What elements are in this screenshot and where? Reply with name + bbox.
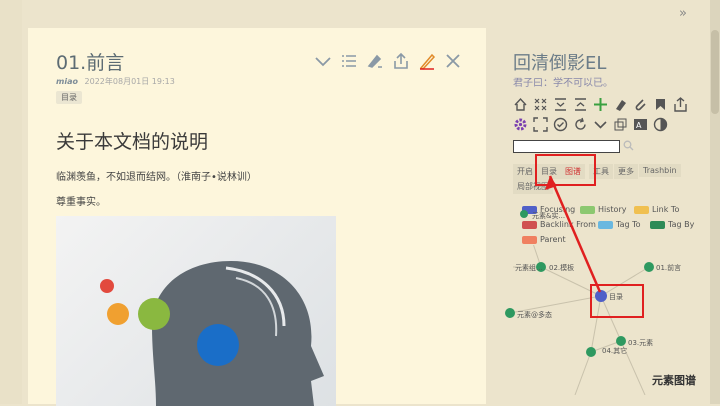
note-paragraph: 临渊羡鱼，不如退而结网。（淮南子•说林训） [56, 172, 257, 183]
legend-item: Link To [634, 205, 679, 214]
graph-watermark: 元素图谱 [652, 374, 696, 387]
collapse-sidebar-icon[interactable]: » [679, 6, 687, 21]
legend-label: Tag By [668, 220, 695, 229]
tab-trashbin[interactable]: Trashbin [639, 164, 681, 177]
graph-node-label: 04.其它 [602, 346, 627, 355]
note-heading: 关于本文档的说明 [56, 131, 209, 153]
outline-list-icon[interactable] [340, 52, 358, 70]
legend-label: Tag To [616, 220, 641, 229]
graph-node-label: 01.前言 [656, 263, 681, 272]
note-paragraph: 尊重事实。 [56, 197, 106, 208]
note-date: 2022年08月01日 19:13 [84, 77, 175, 86]
note-title: 01.前言 [56, 52, 125, 74]
graph-node[interactable] [505, 308, 515, 318]
sidebar-search-input[interactable] [513, 140, 620, 153]
home-icon[interactable] [513, 97, 528, 112]
graph-node[interactable] [644, 262, 654, 272]
tab-open[interactable]: 开启 [513, 164, 537, 179]
attachment-icon[interactable] [633, 97, 648, 112]
graph-node-label: 元素组... [515, 263, 543, 272]
export-icon[interactable] [673, 97, 688, 112]
add-tiddler-icon[interactable] [613, 97, 628, 112]
scrollbar-thumb[interactable] [711, 30, 719, 114]
refresh-icon[interactable] [573, 117, 588, 132]
close-all-icon[interactable] [533, 97, 548, 112]
collapse-chevron-icon[interactable] [314, 52, 332, 70]
note-meta: miao 2022年08月01日 19:13 [56, 76, 175, 87]
edit-mode-icon[interactable] [366, 52, 384, 70]
tab-more[interactable]: 更多 [614, 164, 638, 179]
sidebar-toolbar-row-1 [513, 97, 688, 112]
note-author[interactable]: miao [56, 77, 78, 86]
page-scrollbar[interactable] [710, 0, 720, 404]
note-tag[interactable]: 目录 [56, 91, 82, 104]
note-toolbar [314, 52, 462, 70]
legend-item: Tag By [650, 220, 694, 229]
legend-swatch [522, 220, 537, 229]
legend-swatch [650, 220, 665, 229]
layers-icon[interactable] [613, 117, 628, 132]
settings-gear-icon[interactable] [513, 117, 528, 132]
close-icon[interactable] [444, 52, 462, 70]
svg-text:A: A [636, 121, 642, 130]
theme-toggle-icon[interactable] [653, 117, 668, 132]
graph-node[interactable] [616, 336, 626, 346]
legend-swatch [634, 205, 649, 214]
graph-node-label: 元素@多态 [517, 310, 552, 319]
sidebar-subtitle: 君子曰：学不可以已。 [513, 78, 613, 89]
expand-all-icon[interactable] [573, 97, 588, 112]
fullscreen-icon[interactable] [533, 117, 548, 132]
collapse-all-icon[interactable] [553, 97, 568, 112]
chevron-down-icon[interactable] [593, 117, 608, 132]
note-figure [56, 216, 336, 406]
sidebar-toolbar-row-2: A [513, 117, 668, 132]
sidebar-title[interactable]: 回清倒影EL [513, 49, 606, 75]
graph-node[interactable] [586, 347, 596, 357]
plus-icon[interactable] [593, 97, 608, 112]
legend-label: Link To [652, 205, 680, 214]
pencil-icon[interactable] [418, 52, 436, 70]
graph-node-label: 03.元素 [628, 338, 653, 347]
bookmark-icon[interactable] [653, 97, 668, 112]
legend-swatch [522, 235, 537, 244]
left-gutter [0, 0, 22, 404]
search-icon[interactable] [623, 140, 634, 151]
language-icon[interactable]: A [633, 117, 648, 132]
annotation-arrow [545, 175, 602, 293]
check-circle-icon[interactable] [553, 117, 568, 132]
note-card: 01.前言 miao 2022年08月01日 19:13 目录 关于本文档的说明… [28, 28, 486, 406]
share-icon[interactable] [392, 52, 410, 70]
